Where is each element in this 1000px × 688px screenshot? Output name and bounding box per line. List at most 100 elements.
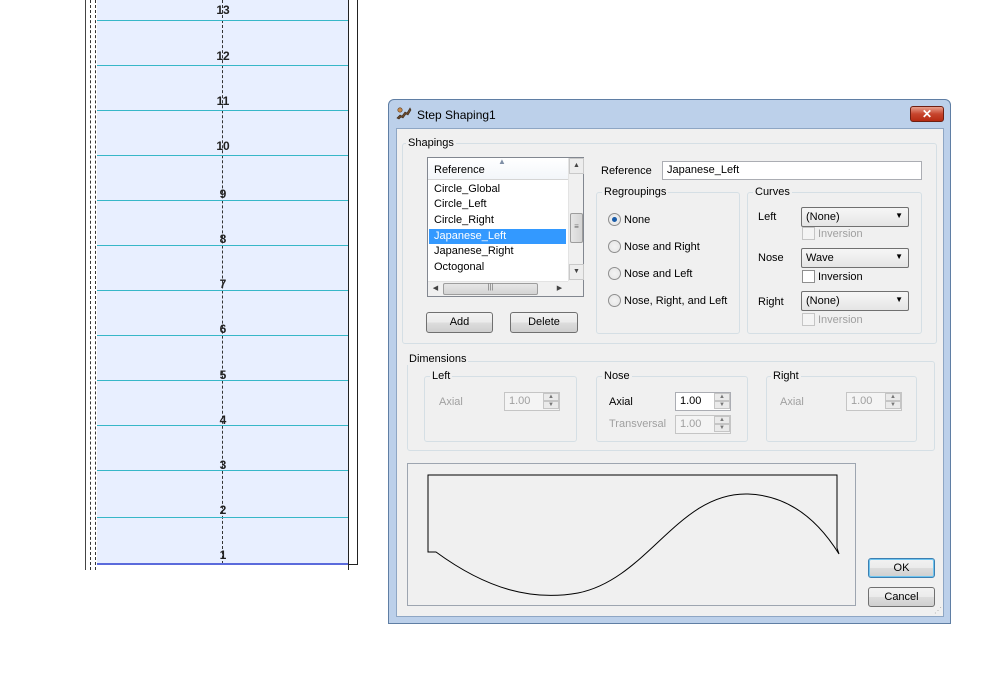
reference-label: Reference: [601, 165, 652, 177]
regroup-nose-left-label[interactable]: Nose and Left: [624, 268, 693, 280]
dialog-title-bar[interactable]: Step Shaping1 ✕: [389, 100, 950, 128]
stair-inner-dashed-line: [95, 0, 96, 570]
dialog-client-area: Shapings ▲ Reference Circle_Global Circl…: [396, 128, 944, 617]
nose-inversion-checkbox[interactable]: [802, 270, 815, 283]
reference-field[interactable]: Japanese_Left: [662, 161, 922, 180]
spin-up-icon[interactable]: ▲: [543, 393, 559, 401]
list-item-selected[interactable]: Japanese_Left: [429, 229, 566, 244]
stair-outer-line: [85, 0, 86, 570]
dim-left-axial-value: 1.00: [509, 395, 531, 407]
step-number: 13: [216, 3, 230, 17]
scroll-corner: [568, 281, 583, 296]
step-number: 4: [219, 413, 227, 427]
curves-legend: Curves: [753, 186, 792, 198]
regroup-all-radio[interactable]: [608, 294, 621, 307]
dropdown-arrow-icon: ▼: [895, 295, 903, 304]
sort-up-icon: ▲: [498, 157, 506, 166]
spin-up-icon[interactable]: ▲: [714, 393, 730, 401]
regroup-none-label[interactable]: None: [624, 214, 650, 226]
tread-line: [97, 20, 348, 21]
staircase-plan: 13 12 11 10 9 8 7 6 5 4 3 2 1: [85, 0, 358, 570]
nose-inversion-label: Inversion: [818, 271, 863, 283]
regroup-nose-left-radio[interactable]: [608, 267, 621, 280]
step-number: 12: [216, 49, 230, 63]
step-number: 11: [216, 94, 230, 108]
curve-right-label: Right: [758, 296, 784, 308]
left-inversion-label: Inversion: [818, 228, 863, 240]
close-button[interactable]: ✕: [910, 106, 944, 122]
resize-grip-icon[interactable]: ⋰: [934, 606, 942, 615]
shapings-legend: Shapings: [406, 137, 456, 149]
spin-down-icon[interactable]: ▼: [543, 401, 559, 409]
regroup-nose-right-label[interactable]: Nose and Right: [624, 241, 700, 253]
step-number: 1: [219, 548, 227, 562]
shape-preview: [407, 463, 856, 606]
list-header-label: Reference: [434, 164, 485, 176]
curve-nose-dropdown[interactable]: Wave ▼: [801, 248, 909, 268]
stair-right-wall-outer: [357, 0, 358, 565]
tread-shape-preview: [427, 474, 840, 596]
scroll-down-icon[interactable]: ▼: [569, 264, 584, 280]
ok-button[interactable]: OK: [868, 558, 935, 578]
dim-left-axial-spinner[interactable]: 1.00 ▲ ▼: [504, 392, 560, 411]
vertical-scroll-thumb[interactable]: ≡: [570, 213, 583, 243]
cancel-button[interactable]: Cancel: [868, 587, 935, 607]
dimensions-legend: Dimensions: [407, 353, 469, 365]
curve-nose-label: Nose: [758, 252, 784, 264]
add-button[interactable]: Add: [426, 312, 493, 333]
curve-left-dropdown[interactable]: (None) ▼: [801, 207, 909, 227]
dim-left-legend: Left: [430, 370, 453, 382]
dim-nose-transversal-spinner[interactable]: 1.00 ▲ ▼: [675, 415, 731, 434]
dim-nose-transversal-label: Transversal: [609, 418, 667, 430]
list-column-header[interactable]: ▲ Reference: [428, 157, 568, 180]
scroll-left-icon[interactable]: ◀: [428, 282, 443, 296]
dim-nose-axial-value: 1.00: [680, 395, 702, 407]
dim-right-axial-label: Axial: [780, 396, 804, 408]
right-inversion-checkbox[interactable]: [802, 313, 815, 326]
list-item[interactable]: Japanese_Right: [429, 244, 566, 259]
dialog-title: Step Shaping1: [417, 108, 496, 122]
step-number: 6: [219, 322, 227, 336]
tread-line: [97, 155, 348, 156]
list-item[interactable]: Circle_Left: [429, 197, 566, 212]
spin-up-icon[interactable]: ▲: [885, 393, 901, 401]
curve-nose-value: Wave: [806, 252, 834, 264]
stair-right-wall: [348, 0, 349, 570]
spin-down-icon[interactable]: ▼: [714, 424, 730, 432]
spin-down-icon[interactable]: ▼: [714, 401, 730, 409]
spin-down-icon[interactable]: ▼: [885, 401, 901, 409]
step-number: 7: [219, 277, 227, 291]
tread-line: [97, 110, 348, 111]
list-vertical-scrollbar[interactable]: ▲ ≡ ▼: [568, 158, 584, 281]
stair-outer-dashed-line: [90, 0, 91, 570]
list-item[interactable]: Circle_Global: [429, 182, 566, 197]
regroup-none-radio[interactable]: [608, 213, 621, 226]
step-tool-icon: [396, 107, 412, 120]
dim-nose-axial-label: Axial: [609, 396, 633, 408]
reference-list[interactable]: ▲ Reference Circle_Global Circle_Left Ci…: [427, 157, 584, 297]
dim-nose-axial-spinner[interactable]: 1.00 ▲ ▼: [675, 392, 731, 411]
step-number: 9: [219, 187, 227, 201]
delete-button[interactable]: Delete: [510, 312, 578, 333]
scroll-right-icon[interactable]: ▶: [552, 282, 567, 296]
horizontal-scroll-thumb[interactable]: |||: [443, 283, 538, 295]
step-number: 2: [219, 503, 227, 517]
curve-right-dropdown[interactable]: (None) ▼: [801, 291, 909, 311]
close-icon: ✕: [921, 107, 933, 121]
curve-right-value: (None): [806, 295, 840, 307]
tread-line: [97, 65, 348, 66]
dropdown-arrow-icon: ▼: [895, 252, 903, 261]
list-item[interactable]: Circle_Right: [429, 213, 566, 228]
regroupings-legend: Regroupings: [602, 186, 669, 198]
tread-line: [97, 517, 348, 518]
left-inversion-checkbox[interactable]: [802, 227, 815, 240]
list-horizontal-scrollbar[interactable]: ◀ ||| ▶: [428, 281, 568, 296]
stair-first-tread-line: [97, 563, 348, 565]
dim-right-axial-spinner[interactable]: 1.00 ▲ ▼: [846, 392, 902, 411]
regroup-nose-right-radio[interactable]: [608, 240, 621, 253]
step-number: 8: [219, 232, 227, 246]
list-item[interactable]: Octogonal: [429, 260, 566, 275]
spin-up-icon[interactable]: ▲: [714, 416, 730, 424]
regroup-all-label[interactable]: Nose, Right, and Left: [624, 295, 727, 307]
scroll-up-icon[interactable]: ▲: [569, 158, 584, 174]
